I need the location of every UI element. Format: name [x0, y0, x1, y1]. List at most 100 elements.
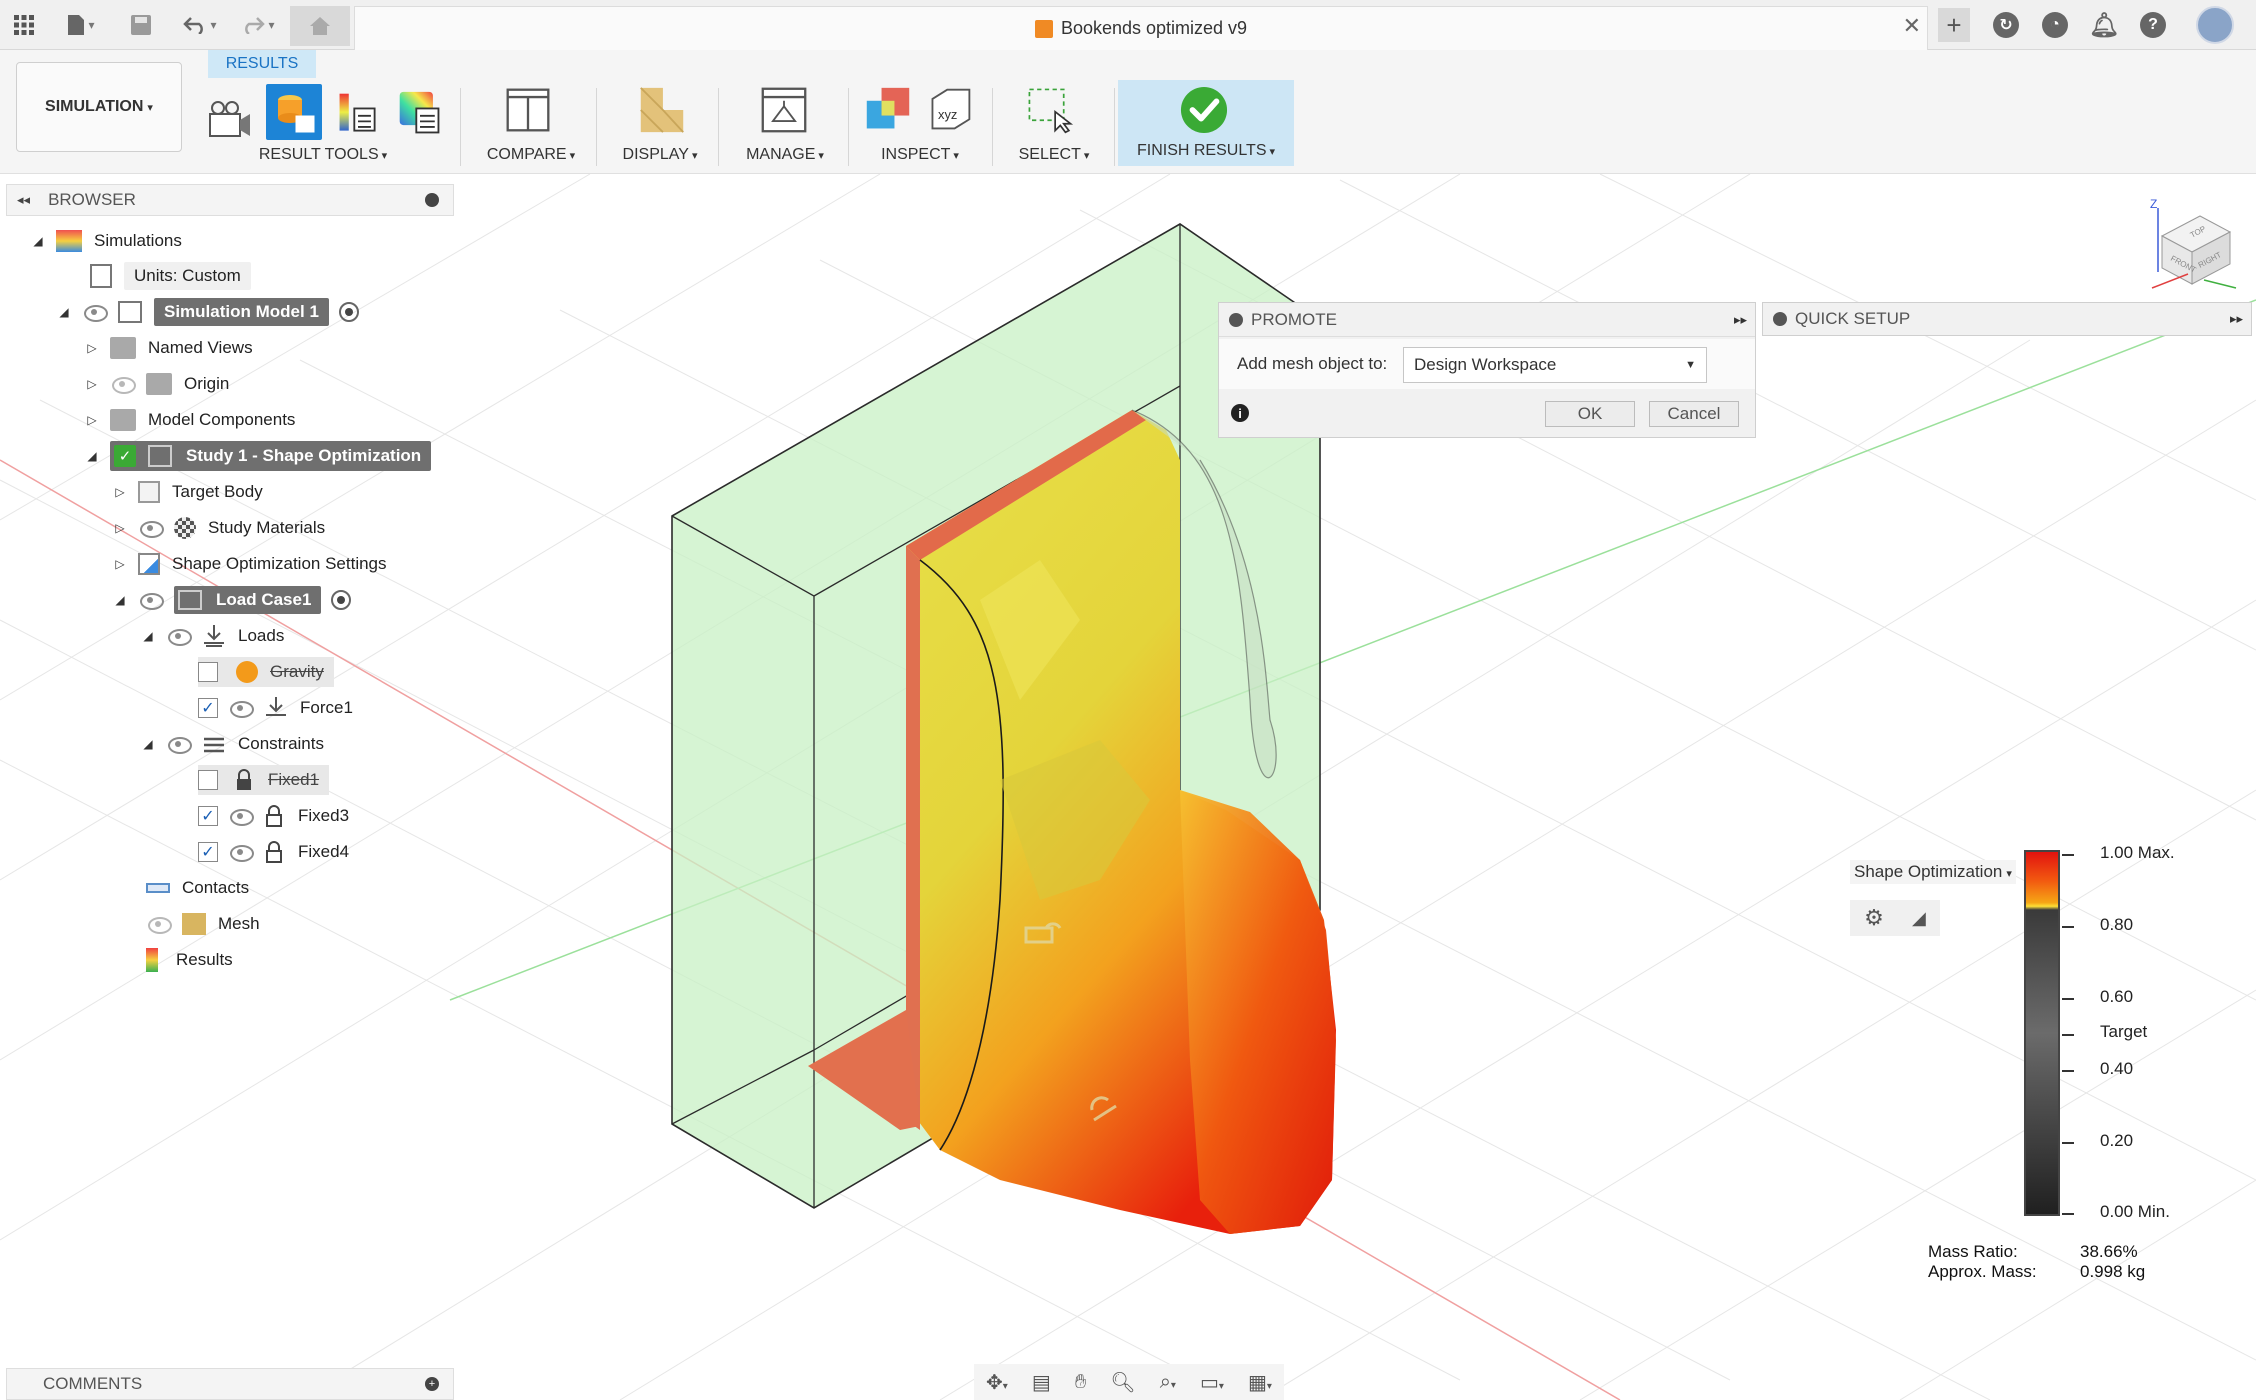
visibility-eye-icon[interactable]	[166, 736, 192, 754]
result-tools-group[interactable]: RESULT TOOLS ▾	[200, 80, 446, 170]
expand-triangle-icon[interactable]: ▷	[112, 557, 128, 571]
animate-icon[interactable]	[206, 96, 254, 144]
tree-item-shape-optimization-settings[interactable]: ▷ Shape Optimization Settings	[112, 547, 387, 581]
document-tab[interactable]: Bookends optimized v9 ✕	[354, 6, 1928, 50]
manage-icon[interactable]	[760, 86, 808, 134]
tree-item-study-1[interactable]: ◢ ✓ Study 1 - Shape Optimization	[84, 439, 432, 473]
pan-hand-icon[interactable]: ✋︎	[1075, 1371, 1086, 1394]
tab-results[interactable]: RESULTS	[208, 50, 316, 78]
workspace-switcher[interactable]: SIMULATION ▾	[16, 62, 182, 152]
manage-group[interactable]: MANAGE ▾	[732, 80, 838, 170]
tree-item-simulation-model[interactable]: ◢ Simulation Model 1	[56, 295, 359, 329]
hidden-eye-icon[interactable]	[110, 376, 136, 394]
collapse-triangle-icon[interactable]: ◢	[84, 449, 100, 463]
tree-item-fixed1[interactable]: Fixed1	[198, 763, 330, 797]
zoom-icon[interactable]: 🔍︎	[1110, 1370, 1135, 1395]
promote-dialog-header[interactable]: PROMOTE ▸▸	[1219, 303, 1755, 337]
notifications-bell-icon[interactable]: 🔔︎	[2089, 12, 2119, 39]
finish-checkmark-icon[interactable]	[1180, 86, 1228, 134]
activate-radio-icon[interactable]	[331, 590, 352, 610]
tree-item-target-body[interactable]: ▷ Target Body	[112, 475, 263, 509]
tree-item-study-materials[interactable]: ▷ Study Materials	[112, 511, 325, 545]
extensions-icon[interactable]: ↻	[1993, 12, 2019, 38]
result-tools-label[interactable]: RESULT TOOLS ▾	[200, 146, 446, 164]
force1-checkbox[interactable]: ✓	[198, 698, 218, 718]
legend-settings-gear-icon[interactable]: ⚙	[1864, 905, 1884, 931]
select-group[interactable]: SELECT ▾	[1004, 80, 1104, 170]
probe-icon[interactable]	[864, 86, 912, 134]
tree-item-origin[interactable]: ▷ Origin	[84, 367, 229, 401]
result-legend-icon[interactable]	[334, 90, 382, 138]
display-icon[interactable]	[638, 86, 686, 134]
tree-item-mesh[interactable]: Mesh	[146, 907, 260, 941]
tree-item-gravity[interactable]: Gravity	[198, 655, 334, 689]
expand-triangle-icon[interactable]: ▷	[112, 485, 128, 499]
hidden-eye-icon[interactable]	[146, 916, 172, 934]
dialog-collapse-icon[interactable]	[1229, 312, 1243, 327]
result-tools-active-button[interactable]	[266, 84, 322, 140]
tree-item-load-case[interactable]: ◢ Load Case1	[112, 583, 352, 617]
ok-button[interactable]: OK	[1545, 401, 1635, 427]
inspect-label[interactable]: INSPECT ▾	[860, 146, 980, 164]
inspect-group[interactable]: xyz INSPECT ▾	[860, 80, 980, 170]
tree-item-named-views[interactable]: ▷ Named Views	[84, 331, 253, 365]
display-group[interactable]: DISPLAY ▾	[610, 80, 710, 170]
fit-zoom-icon[interactable]: ⌕▾	[1160, 1371, 1176, 1394]
grid-settings-icon[interactable]: ▦▾	[1248, 1370, 1272, 1395]
gravity-checkbox[interactable]	[198, 662, 218, 682]
display-settings-icon[interactable]: ▭▾	[1200, 1370, 1224, 1395]
visibility-eye-icon[interactable]	[228, 808, 254, 826]
app-grid-icon[interactable]	[10, 8, 38, 42]
minimize-panel-icon[interactable]	[425, 193, 439, 207]
visibility-eye-icon[interactable]	[138, 592, 164, 610]
tree-item-results[interactable]: Results	[146, 943, 233, 977]
user-avatar[interactable]	[2196, 6, 2234, 44]
xyz-coordinate-icon[interactable]: xyz	[926, 86, 974, 134]
file-menu-icon[interactable]: ▾	[58, 8, 104, 42]
tree-item-constraints[interactable]: ◢ Constraints	[140, 727, 324, 761]
collapse-triangle-icon[interactable]: ◢	[30, 234, 46, 248]
close-tab-icon[interactable]: ✕	[1903, 13, 1921, 39]
look-at-icon[interactable]: ▤	[1032, 1370, 1051, 1395]
info-icon[interactable]: i	[1231, 404, 1249, 422]
browser-panel-header[interactable]: ◂◂ BROWSER	[6, 184, 454, 216]
comments-panel[interactable]: COMMENTS +	[6, 1368, 454, 1400]
visibility-eye-icon[interactable]	[228, 700, 254, 718]
visibility-eye-icon[interactable]	[82, 304, 108, 322]
workspace-select[interactable]: Design Workspace ▼	[1403, 347, 1707, 383]
expand-triangle-icon[interactable]: ▷	[84, 413, 100, 427]
new-tab-button[interactable]: +	[1938, 8, 1970, 42]
visibility-eye-icon[interactable]	[228, 844, 254, 862]
compare-group[interactable]: COMPARE ▾	[476, 80, 586, 170]
activate-radio-icon[interactable]	[338, 302, 359, 322]
tree-item-model-components[interactable]: ▷ Model Components	[84, 403, 295, 437]
collapse-triangle-icon[interactable]: ◢	[112, 593, 128, 607]
select-label[interactable]: SELECT ▾	[1004, 146, 1104, 164]
tree-item-simulations[interactable]: ◢ Simulations	[30, 224, 182, 258]
collapse-triangle-icon[interactable]: ◢	[140, 737, 156, 751]
collapse-triangle-icon[interactable]: ◢	[140, 629, 156, 643]
visibility-eye-icon[interactable]	[138, 520, 164, 538]
finish-results-group[interactable]: FINISH RESULTS ▾	[1118, 80, 1294, 166]
help-icon[interactable]: ?	[2140, 12, 2166, 38]
undo-icon[interactable]: ▾	[176, 8, 224, 42]
3d-viewport[interactable]	[0, 174, 2256, 1400]
display-label[interactable]: DISPLAY ▾	[610, 146, 710, 164]
redo-icon[interactable]: ▾	[234, 8, 282, 42]
quick-setup-expand-icon[interactable]	[1773, 312, 1787, 326]
fixed1-checkbox[interactable]	[198, 770, 218, 790]
collapse-triangle-icon[interactable]: ◢	[56, 305, 72, 319]
viewcube[interactable]: Z TOP FRONT RIGHT	[2144, 196, 2244, 296]
expand-dialog-icon[interactable]: ▸▸	[1734, 312, 1747, 328]
cancel-button[interactable]: Cancel	[1649, 401, 1739, 427]
expand-triangle-icon[interactable]: ▷	[112, 521, 128, 535]
collapse-panel-icon[interactable]: ◂◂	[17, 192, 30, 208]
job-status-icon[interactable]: ◔	[2042, 12, 2068, 38]
tree-item-fixed4[interactable]: ✓ Fixed4	[198, 835, 349, 869]
surface-plot-icon[interactable]	[396, 90, 444, 138]
manage-label[interactable]: MANAGE ▾	[732, 146, 838, 164]
compare-label[interactable]: COMPARE ▾	[476, 146, 586, 164]
fixed4-checkbox[interactable]: ✓	[198, 842, 218, 862]
visibility-eye-icon[interactable]	[166, 628, 192, 646]
legend-adjust-icon[interactable]: ◢	[1912, 908, 1926, 929]
